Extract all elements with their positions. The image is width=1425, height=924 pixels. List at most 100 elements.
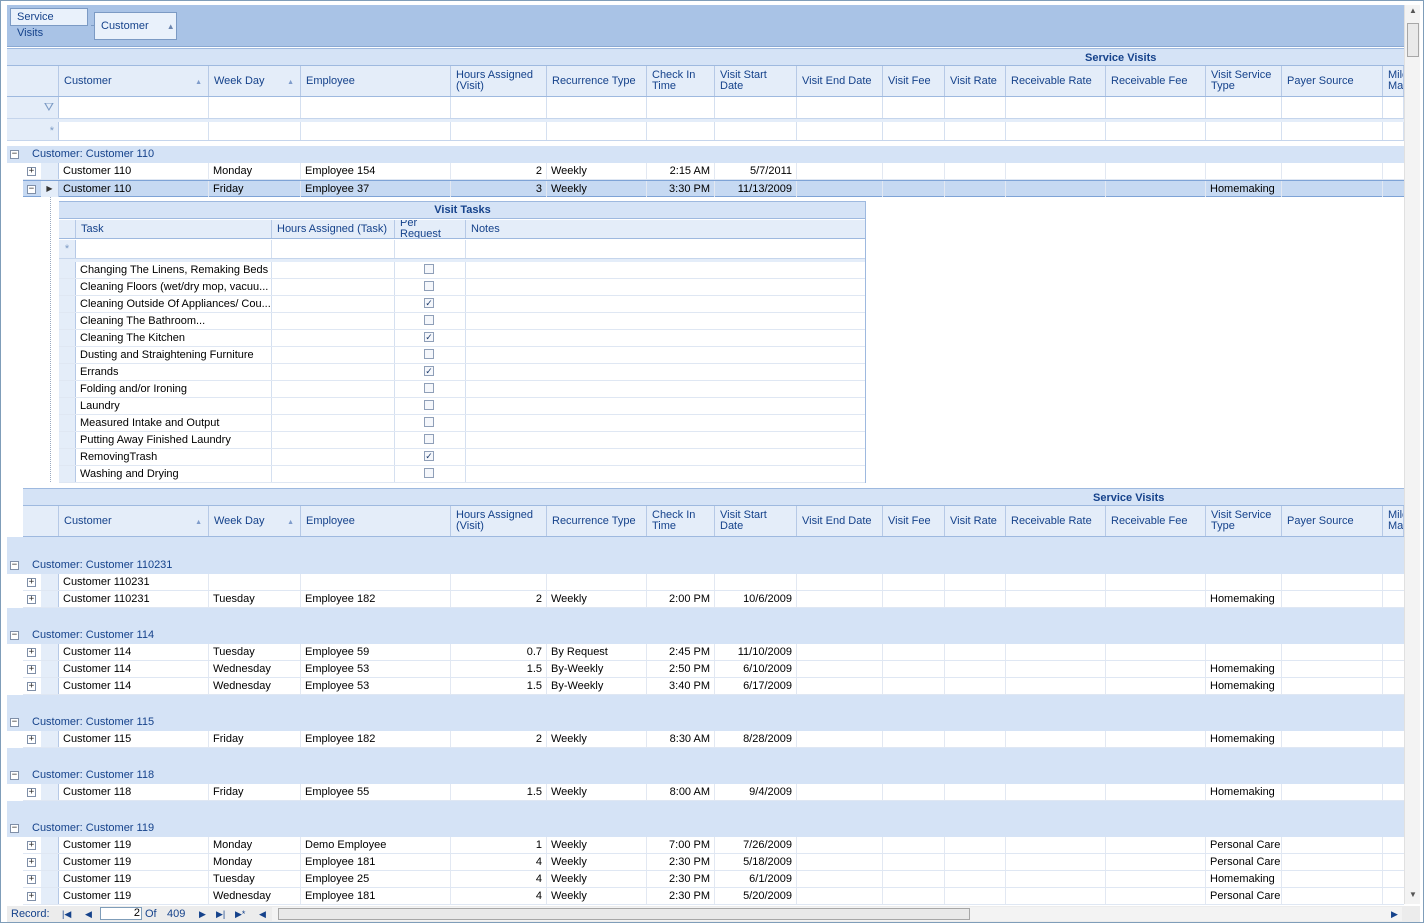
filter-cell[interactable] <box>301 97 451 118</box>
filter-cell[interactable] <box>715 97 797 118</box>
table-cell[interactable]: 0.7 <box>451 644 547 660</box>
task-name-cell[interactable]: Dusting and Straightening Furniture <box>76 347 272 363</box>
task-hours-cell[interactable] <box>272 313 395 329</box>
table-cell[interactable] <box>1106 837 1206 853</box>
table-cell[interactable]: Friday <box>209 181 301 197</box>
table-cell[interactable] <box>1106 871 1206 887</box>
table-cell[interactable]: 8:30 AM <box>647 731 715 747</box>
table-cell[interactable] <box>883 678 945 694</box>
scroll-left-icon[interactable]: ◀ <box>259 907 266 921</box>
table-cell[interactable] <box>945 871 1006 887</box>
expand-icon[interactable]: + <box>27 665 36 674</box>
filter-cell[interactable] <box>59 97 209 118</box>
table-cell[interactable]: Demo Employee <box>301 837 451 853</box>
column-header-check-in-time[interactable]: Check In Time <box>647 506 715 536</box>
table-cell[interactable] <box>945 888 1006 904</box>
task-name-cell[interactable]: Cleaning Outside Of Appliances/ Cou... <box>76 296 272 312</box>
group-chip-service-visits[interactable]: Service Visits <box>10 8 88 39</box>
table-cell[interactable]: 8/28/2009 <box>715 731 797 747</box>
expand-icon[interactable]: + <box>27 892 36 901</box>
table-cell[interactable]: Customer 119 <box>59 837 209 853</box>
per-request-cell[interactable] <box>395 381 466 397</box>
table-cell[interactable] <box>1106 644 1206 660</box>
table-cell[interactable]: 11/13/2009 <box>715 181 797 197</box>
checkbox-unchecked[interactable] <box>424 315 434 325</box>
table-cell[interactable] <box>797 574 883 590</box>
table-cell[interactable]: 2:50 PM <box>647 661 715 677</box>
task-notes-cell[interactable] <box>466 466 866 482</box>
new-record-icon[interactable]: ▶* <box>235 907 245 921</box>
filter-cell[interactable] <box>209 97 301 118</box>
table-cell[interactable]: By-Weekly <box>547 661 647 677</box>
table-cell[interactable] <box>1006 661 1106 677</box>
task-name-cell[interactable]: Washing and Drying <box>76 466 272 482</box>
column-header-payer-source[interactable]: Payer Source <box>1282 66 1383 96</box>
table-cell[interactable]: Customer 114 <box>59 678 209 694</box>
table-cell[interactable]: Customer 118 <box>59 784 209 800</box>
table-cell[interactable]: 5/7/2011 <box>715 163 797 179</box>
new-row-cell[interactable] <box>945 122 1006 140</box>
table-cell[interactable] <box>797 163 883 179</box>
table-cell[interactable] <box>797 661 883 677</box>
detail-column-header-task[interactable]: Task <box>76 220 272 238</box>
collapse-icon[interactable]: − <box>10 631 19 640</box>
table-cell[interactable] <box>1206 644 1282 660</box>
record-number-input[interactable]: 2 <box>100 907 142 920</box>
table-cell[interactable]: Employee 59 <box>301 644 451 660</box>
table-cell[interactable] <box>883 837 945 853</box>
column-header-visit-fee[interactable]: Visit Fee <box>883 66 945 96</box>
task-name-cell[interactable]: Cleaning The Kitchen <box>76 330 272 346</box>
sort-up-icon[interactable]: ▲ <box>287 77 294 88</box>
task-row-indicator[interactable] <box>59 449 76 465</box>
table-cell[interactable] <box>945 678 1006 694</box>
table-cell[interactable] <box>945 784 1006 800</box>
checkbox-checked[interactable]: ✓ <box>424 366 434 376</box>
table-cell[interactable]: 4 <box>451 888 547 904</box>
table-cell[interactable]: Customer 110231 <box>59 591 209 607</box>
task-row-indicator[interactable] <box>59 296 76 312</box>
table-cell[interactable] <box>1006 888 1106 904</box>
table-cell[interactable] <box>547 574 647 590</box>
task-row[interactable]: Washing and Drying <box>59 466 866 483</box>
table-cell[interactable] <box>1206 163 1282 179</box>
table-row[interactable]: + Customer 110231 <box>23 574 1404 591</box>
table-cell[interactable]: 6/17/2009 <box>715 678 797 694</box>
sort-up-icon[interactable]: ▲ <box>195 517 202 528</box>
checkbox-unchecked[interactable] <box>424 400 434 410</box>
table-cell[interactable] <box>1106 574 1206 590</box>
table-cell[interactable]: 2 <box>451 163 547 179</box>
table-cell[interactable]: Employee 53 <box>301 678 451 694</box>
task-row-indicator[interactable] <box>59 330 76 346</box>
row-indicator[interactable] <box>41 661 59 677</box>
table-cell[interactable]: Weekly <box>547 871 647 887</box>
new-row-cell[interactable] <box>797 122 883 140</box>
row-indicator[interactable] <box>41 644 59 660</box>
horizontal-scrollbar[interactable] <box>272 907 1402 921</box>
table-cell[interactable]: 3:40 PM <box>647 678 715 694</box>
filter-cell[interactable] <box>1106 97 1206 118</box>
table-cell[interactable] <box>883 871 945 887</box>
table-row[interactable]: + Customer 114 Wednesday Employee 53 1.5 By-W… <box>23 661 1404 678</box>
filter-cell[interactable] <box>1383 97 1404 118</box>
task-name-cell[interactable]: Changing The Linens, Remaking Beds <box>76 262 272 278</box>
task-name-cell[interactable]: Errands <box>76 364 272 380</box>
table-cell[interactable] <box>797 784 883 800</box>
task-notes-cell[interactable] <box>466 262 866 278</box>
checkbox-unchecked[interactable] <box>424 434 434 444</box>
column-header-visit-end-date[interactable]: Visit End Date <box>797 66 883 96</box>
scroll-right-icon[interactable]: ▶ <box>1391 907 1398 921</box>
task-name-cell[interactable]: Folding and/or Ironing <box>76 381 272 397</box>
task-row-indicator[interactable] <box>59 398 76 414</box>
table-cell[interactable] <box>883 784 945 800</box>
table-cell[interactable]: Customer 110231 <box>59 574 209 590</box>
column-header-customer[interactable]: Customer ▲ <box>59 66 209 96</box>
table-cell[interactable]: Homemaking <box>1206 731 1282 747</box>
per-request-cell[interactable]: ✓ <box>395 364 466 380</box>
table-cell[interactable] <box>945 854 1006 870</box>
table-cell[interactable]: 1.5 <box>451 678 547 694</box>
table-cell[interactable] <box>797 888 883 904</box>
column-header-mile-mal[interactable]: Mile Mal <box>1383 66 1404 96</box>
per-request-cell[interactable] <box>395 432 466 448</box>
new-row-cell[interactable] <box>1106 122 1206 140</box>
checkbox-unchecked[interactable] <box>424 383 434 393</box>
